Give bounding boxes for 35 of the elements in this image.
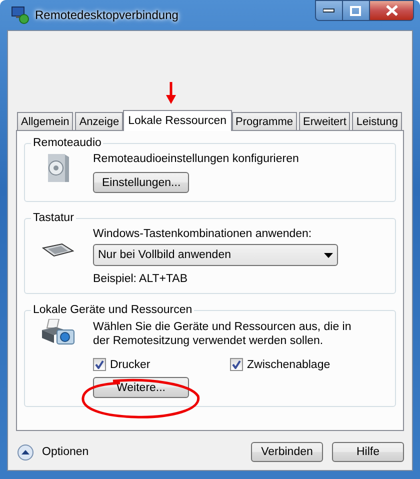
tab[interactable]: Programme bbox=[232, 112, 297, 130]
keyboard-icon bbox=[42, 243, 74, 257]
example-text: Beispiel: ALT+TAB bbox=[93, 273, 188, 285]
tab[interactable]: Anzeige bbox=[75, 112, 124, 130]
field-label: Windows-Tastenkombinationen anwenden: bbox=[93, 228, 312, 240]
dropdown[interactable]: Nur bei Vollbild anwenden bbox=[93, 244, 338, 266]
close-button[interactable] bbox=[369, 0, 414, 21]
tab[interactable]: Lokale Ressourcen bbox=[123, 110, 232, 131]
dropdown-arrow-icon bbox=[324, 252, 333, 258]
description-text: Wählen Sie die Geräte und Ressourcen aus, die in der Remotesitzung verwendet werden sollen. bbox=[93, 320, 352, 348]
maximize-icon bbox=[350, 6, 362, 16]
window-title: Remotedesktopverbindung bbox=[35, 8, 178, 22]
speaker-icon bbox=[45, 152, 71, 184]
checkbox[interactable] bbox=[230, 358, 243, 371]
minimize-button[interactable] bbox=[315, 0, 343, 21]
connect-button[interactable]: Verbinden bbox=[251, 442, 323, 462]
help-button[interactable]: Hilfe bbox=[332, 442, 404, 462]
minimize-icon bbox=[323, 8, 335, 13]
checkbox[interactable] bbox=[93, 358, 106, 371]
group-title: Lokale Geräte und Ressourcen bbox=[33, 304, 192, 316]
options-toggle[interactable]: Optionen bbox=[42, 446, 89, 458]
tab[interactable]: Erweitert bbox=[299, 112, 350, 130]
computer-icon bbox=[11, 6, 29, 24]
group-title: Remoteaudio bbox=[33, 137, 102, 149]
annotation-arrow bbox=[166, 82, 176, 104]
printer-camera-icon bbox=[41, 319, 75, 347]
tab[interactable]: Allgemein bbox=[17, 112, 74, 130]
description-text: Remoteaudioeinstellungen konfigurieren bbox=[93, 153, 299, 165]
close-icon bbox=[386, 5, 398, 16]
checkbox-label[interactable]: Drucker bbox=[110, 358, 150, 370]
settings-button[interactable]: Einstellungen... bbox=[93, 172, 189, 193]
checkbox-label[interactable]: Zwischenablage bbox=[247, 358, 330, 370]
group-title: Tastatur bbox=[33, 212, 74, 224]
maximize-button[interactable] bbox=[342, 0, 370, 21]
tab[interactable]: Leistung bbox=[352, 112, 402, 130]
